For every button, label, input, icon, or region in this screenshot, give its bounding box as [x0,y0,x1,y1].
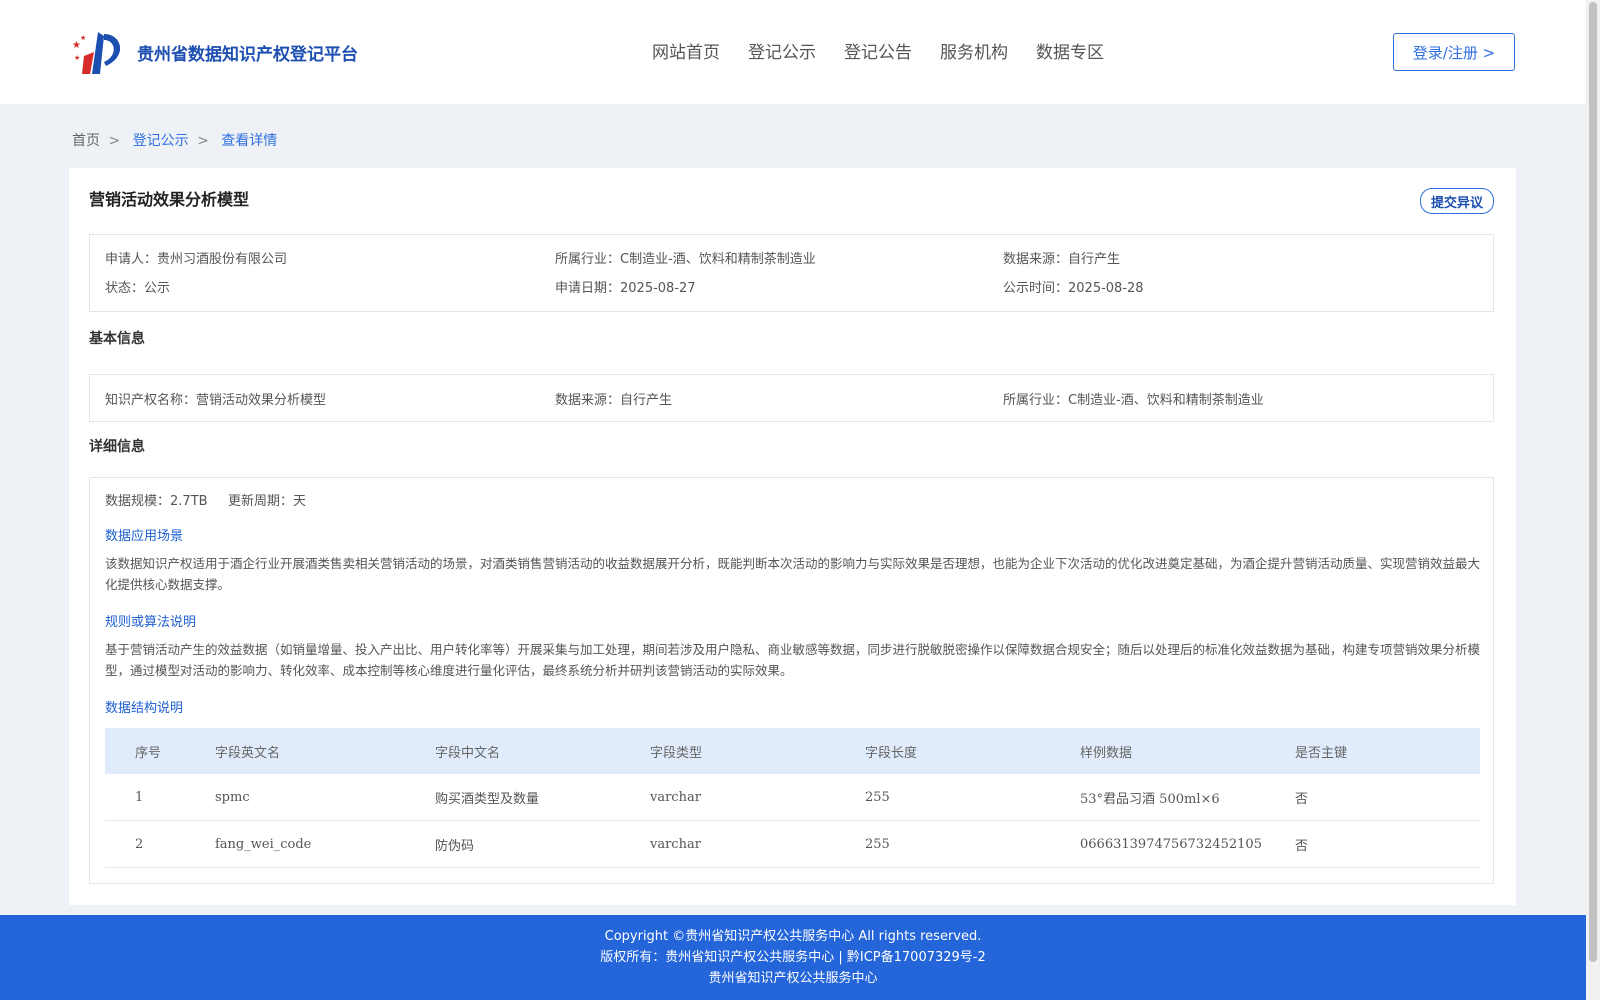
ip-name-value: 营销活动效果分析模型 [196,393,327,408]
footer-icp[interactable]: 版权所有：贵州省知识产权公共服务中心 | 黔ICP备17007329号-2 [0,947,1586,968]
header: ★ ★ ★ 贵州省数据知识产权登记平台 网站首页 登记公示 登记公告 服务机构 … [0,0,1586,104]
apply-date-value: 2025-08-27 [620,281,696,296]
basic-info-title: 基本信息 [89,331,145,347]
publish-date-field: 公示时间：2025-08-28 [1003,277,1144,296]
page-scrollbar[interactable] [1586,0,1600,1000]
login-register-button[interactable]: 登录/注册 > [1393,33,1515,71]
apply-date-field: 申请日期：2025-08-27 [555,277,696,296]
footer-copyright: Copyright ©贵州省知识产权公共服务中心 All rights rese… [604,929,982,944]
submit-objection-button[interactable]: 提交异议 [1420,188,1494,214]
page-title: 营销活动效果分析模型 [89,190,250,209]
breadcrumb-current: 查看详情 [221,133,278,149]
cell-index: 2 [105,820,215,868]
cycle-field: 更新周期：天 [228,490,306,509]
cell-length: 255 [865,774,1080,821]
nav-home[interactable]: 网站首页 [652,38,720,63]
cell-chinese-name: 防伪码 [435,820,650,868]
source-field: 数据来源：自行产生 [1003,248,1120,267]
rule-algorithm-text: 基于营销活动产生的效益数据（如销量增量、投入产出比、用户转化率等）开展采集与加工… [105,642,1481,678]
cell-type: varchar [650,820,865,868]
basic-info-box: 知识产权名称：营销活动效果分析模型 数据来源：自行产生 所属行业：C制造业-酒、… [89,374,1494,422]
cell-sample: 0666313974756732452105 [1080,820,1295,868]
cell-english-name: spmc [215,774,435,821]
source-label: 数据来源： [1003,252,1069,267]
basic-industry-field: 所属行业：C制造业-酒、饮料和精制茶制造业 [1003,389,1264,408]
applicant-field: 申请人：贵州习酒股份有限公司 [105,248,287,267]
col-header-sample: 样例数据 [1080,728,1295,774]
table-header-row: 序号 字段英文名 字段中文名 字段类型 字段长度 样例数据 是否主键 [105,728,1480,774]
industry-value: C制造业-酒、饮料和精制茶制造业 [620,252,816,267]
col-header-type: 字段类型 [650,728,865,774]
cell-primary-key: 否 [1295,774,1480,821]
cell-english-name: fang_wei_code [215,820,435,868]
breadcrumb: 首页 > 登记公示 > 查看详情 [72,130,277,150]
basic-industry-label: 所属行业： [1003,393,1069,408]
table-row: 2 fang_wei_code 防伪码 varchar 255 06663139… [105,820,1480,868]
status-value: 公示 [144,281,171,296]
platform-name[interactable]: 贵州省数据知识产权登记平台 [137,40,358,65]
col-header-primary-key: 是否主键 [1295,728,1480,774]
scale-field: 数据规模：2.7TB [105,490,208,509]
rule-algorithm-title: 规则或算法说明 [105,615,197,630]
cell-index: 1 [105,774,215,821]
svg-text:★: ★ [80,34,86,42]
cycle-label: 更新周期： [228,494,294,509]
status-field: 状态：公示 [105,277,170,296]
col-header-chinese-name: 字段中文名 [435,728,650,774]
ip-name-field: 知识产权名称：营销活动效果分析模型 [105,389,326,408]
cell-chinese-name: 购买酒类型及数量 [435,774,650,821]
col-header-index: 序号 [105,728,215,774]
basic-source-field: 数据来源：自行产生 [555,389,672,408]
main-nav: 网站首页 登记公示 登记公告 服务机构 数据专区 [652,38,1104,63]
footer: Copyright ©贵州省知识产权公共服务中心 All rights rese… [0,915,1586,1000]
breadcrumb-separator: > [197,133,209,149]
scale-label: 数据规模： [105,494,171,509]
publish-date-label: 公示时间： [1003,281,1069,296]
data-structure-title: 数据结构说明 [105,701,184,716]
nav-registration-announcement[interactable]: 登记公告 [844,38,912,63]
svg-text:★: ★ [74,54,80,62]
apply-date-label: 申请日期： [555,281,621,296]
table-row: 1 spmc 购买酒类型及数量 varchar 255 53°君品习酒 500m… [105,774,1480,821]
source-value: 自行产生 [1068,252,1121,267]
platform-logo: ★ ★ ★ [72,32,121,74]
basic-industry-value: C制造业-酒、饮料和精制茶制造业 [1068,393,1264,408]
data-structure-table: 序号 字段英文名 字段中文名 字段类型 字段长度 样例数据 是否主键 1 spm… [105,728,1480,868]
cell-length: 255 [865,820,1080,868]
ip-name-label: 知识产权名称： [105,393,197,408]
application-scene-text: 该数据知识产权适用于酒企行业开展酒类售卖相关营销活动的场景，对酒类销售营销活动的… [105,556,1481,592]
scale-value: 2.7TB [170,494,208,509]
footer-organization: 贵州省知识产权公共服务中心 [708,971,878,986]
col-header-english-name: 字段英文名 [215,728,435,774]
summary-box: 申请人：贵州习酒股份有限公司 所属行业：C制造业-酒、饮料和精制茶制造业 数据来… [89,234,1494,312]
detail-info-title: 详细信息 [89,439,145,455]
cell-sample: 53°君品习酒 500ml×6 [1080,774,1295,821]
nav-data-zone[interactable]: 数据专区 [1036,38,1104,63]
applicant-value: 贵州习酒股份有限公司 [157,252,288,267]
industry-label: 所属行业： [555,252,621,267]
cell-primary-key: 否 [1295,820,1480,868]
application-scene-title: 数据应用场景 [105,529,184,544]
detail-card: 营销活动效果分析模型 提交异议 申请人：贵州习酒股份有限公司 所属行业：C制造业… [69,168,1516,905]
publish-date-value: 2025-08-28 [1068,281,1144,296]
scrollbar-thumb[interactable] [1589,2,1597,962]
applicant-label: 申请人： [105,252,158,267]
detail-info-box: 数据规模：2.7TB 更新周期：天 数据应用场景 该数据知识产权适用于酒企行业开… [89,477,1494,884]
basic-source-value: 自行产生 [620,393,673,408]
nav-service-agencies[interactable]: 服务机构 [940,38,1008,63]
industry-field: 所属行业：C制造业-酒、饮料和精制茶制造业 [555,248,816,267]
col-header-length: 字段长度 [865,728,1080,774]
breadcrumb-home[interactable]: 首页 [72,133,100,149]
nav-registration-publicity[interactable]: 登记公示 [748,38,816,63]
status-label: 状态： [105,281,145,296]
breadcrumb-publicity[interactable]: 登记公示 [133,133,189,149]
breadcrumb-separator: > [108,133,121,149]
basic-source-label: 数据来源： [555,393,621,408]
cell-type: varchar [650,774,865,821]
cycle-value: 天 [293,494,307,509]
